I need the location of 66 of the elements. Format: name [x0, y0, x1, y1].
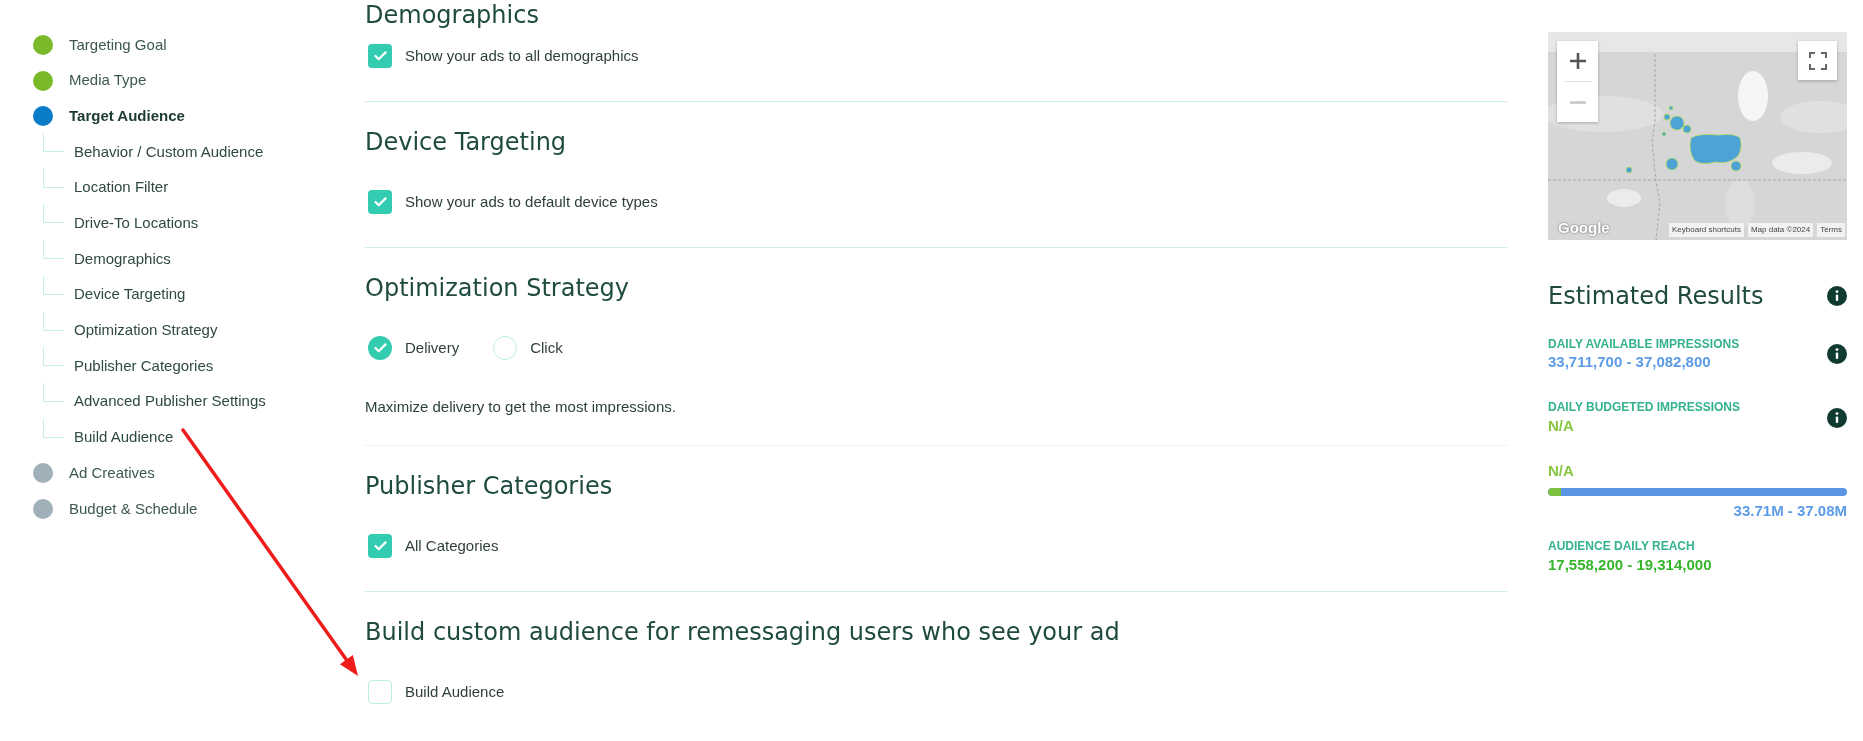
metric-value: 33,711,700 - 37,082,800 [1548, 354, 1711, 370]
plus-icon [1569, 53, 1586, 69]
tree-connector [43, 204, 64, 224]
section-heading: Device Targeting [365, 127, 567, 157]
sidebar-step[interactable]: Media Type [33, 62, 147, 99]
section-heading: Build custom audience for remessaging users who see your ad [365, 617, 1120, 647]
checkbox[interactable] [368, 534, 392, 558]
metric-value: N/A [1548, 418, 1574, 434]
sidebar-step[interactable]: Targeting Goal [33, 27, 167, 63]
radio-label: Delivery [405, 337, 460, 358]
sidebar-substep[interactable]: Publisher Categories [74, 354, 214, 378]
sidebar-substep[interactable]: Location Filter [74, 176, 169, 199]
tree-connector [43, 168, 64, 188]
checkbox-label: All Categories [405, 535, 499, 556]
available-range: 33.71M - 37.08M [1733, 503, 1847, 519]
info-icon[interactable] [1827, 407, 1847, 428]
tree-connector [43, 347, 64, 367]
sidebar-substep[interactable]: Demographics [74, 247, 171, 271]
sidebar-substep[interactable]: Optimization Strategy [74, 319, 218, 342]
metric-value: 17,558,200 - 19,314,000 [1548, 557, 1712, 573]
map-attribution-link[interactable]: Map data ©2024 [1747, 223, 1814, 237]
radio-label: Click [530, 337, 563, 358]
metric-label: DAILY BUDGETED IMPRESSIONS [1548, 401, 1741, 413]
sidebar-substep[interactable]: Build Audience [74, 426, 174, 449]
budgeted-value: N/A [1548, 463, 1574, 479]
section-heading: Demographics [365, 0, 539, 30]
radio-button[interactable] [493, 336, 518, 360]
checkbox-label: Show your ads to default device types [405, 191, 658, 212]
checkmark-icon [373, 343, 387, 353]
checkmark-icon [373, 541, 387, 551]
checkbox[interactable] [368, 44, 392, 68]
tree-connector [43, 382, 64, 402]
metric-label: DAILY AVAILABLE IMPRESSIONS [1548, 338, 1740, 350]
map-logo: Google [1558, 219, 1610, 237]
info-icon[interactable] [1827, 286, 1847, 306]
checkbox-label: Show your ads to all demographics [405, 45, 639, 66]
tree-connector [43, 311, 64, 331]
fullscreen-button[interactable] [1798, 41, 1837, 80]
panel-heading: Estimated Results [1548, 281, 1764, 311]
map[interactable]: Google Keyboard shortcuts Map data ©2024 Terms [1548, 32, 1847, 240]
checkbox[interactable] [368, 190, 392, 214]
info-icon[interactable] [1827, 344, 1847, 364]
map-attribution-link[interactable]: Terms [1817, 223, 1845, 237]
section-heading: Optimization Strategy [365, 273, 629, 303]
description-text: Maximize delivery to get the most impressions. [365, 397, 676, 417]
radio-button[interactable] [368, 336, 392, 360]
sidebar-substep[interactable]: Drive-To Locations [74, 212, 199, 235]
sidebar-substep[interactable]: Advanced Publisher Settings [74, 390, 266, 413]
sidebar-substep[interactable]: Device Targeting [74, 283, 186, 306]
sidebar-step[interactable]: Budget & Schedule [33, 490, 198, 527]
sidebar-step[interactable]: Ad Creatives [33, 455, 155, 491]
checkbox[interactable] [368, 680, 392, 704]
checkbox-label: Build Audience [405, 681, 505, 702]
tree-connector [43, 418, 64, 438]
map-attribution-link[interactable]: Keyboard shortcuts [1669, 223, 1744, 237]
fullscreen-icon [1808, 51, 1827, 70]
checkmark-icon [373, 51, 387, 61]
sidebar-substep[interactable]: Behavior / Custom Audience [74, 140, 264, 164]
sidebar-step[interactable]: Target Audience [33, 98, 185, 135]
tree-connector [43, 240, 64, 260]
tree-connector [43, 133, 64, 153]
section-heading: Publisher Categories [365, 471, 613, 501]
checkmark-icon [373, 197, 387, 207]
metric-label: AUDIENCE DAILY REACH [1548, 540, 1695, 552]
tree-connector [43, 275, 64, 295]
minus-icon [1569, 100, 1586, 104]
